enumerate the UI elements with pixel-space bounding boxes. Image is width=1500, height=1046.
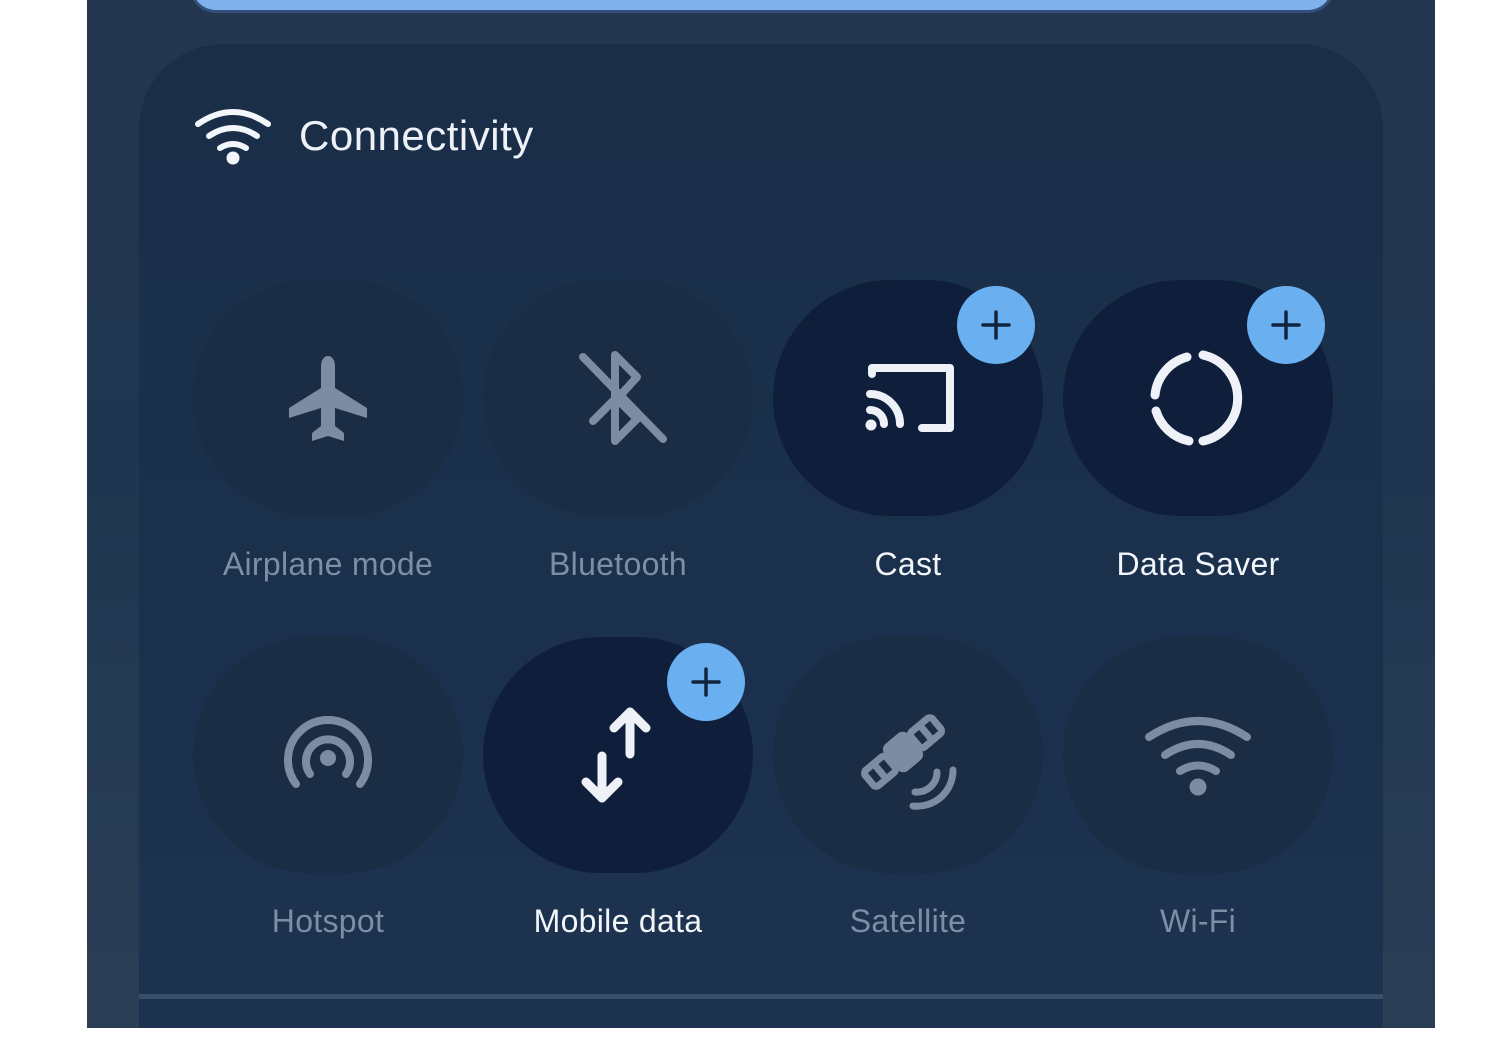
tile-data-saver[interactable]: Data Saver	[1063, 280, 1333, 583]
tile-cast[interactable]: Cast	[773, 280, 1043, 583]
panel-title: Connectivity	[299, 112, 534, 159]
top-accent-bar	[192, 0, 1332, 10]
wifi-icon	[1145, 717, 1251, 796]
plus-icon	[981, 310, 1011, 340]
tile-label: Cast	[874, 546, 942, 582]
tile-button[interactable]	[773, 280, 1043, 516]
tile-button[interactable]	[773, 637, 1043, 873]
data-saver-icon	[1150, 350, 1243, 446]
tile-bluetooth[interactable]: Bluetooth	[483, 280, 753, 583]
cast-icon	[865, 364, 954, 432]
tile-button[interactable]	[1063, 637, 1333, 873]
tile-label: Wi-Fi	[1159, 903, 1237, 939]
quick-settings-screen: Connectivity Airplane mode Bluetooth Cas…	[87, 0, 1435, 1028]
tile-button[interactable]	[1063, 280, 1333, 516]
tile-label: Bluetooth	[549, 546, 687, 582]
add-badge[interactable]	[1247, 286, 1325, 364]
tile-label: Satellite	[849, 903, 967, 939]
connectivity-panel: Connectivity Airplane mode Bluetooth Cas…	[139, 44, 1383, 1028]
add-badge[interactable]	[957, 286, 1035, 364]
wifi-icon	[195, 109, 271, 165]
hotspot-icon	[284, 716, 372, 788]
tile-label: Mobile data	[533, 903, 703, 939]
tile-button[interactable]	[483, 280, 753, 516]
plus-icon	[691, 667, 721, 697]
tile-wifi[interactable]: Wi-Fi	[1063, 637, 1333, 940]
satellite-icon	[861, 714, 957, 810]
bluetooth-off-icon	[579, 351, 667, 445]
tile-button[interactable]	[193, 637, 463, 873]
tile-mobile-data[interactable]: Mobile data	[483, 637, 753, 940]
airplane-icon	[289, 356, 367, 441]
tile-label: Hotspot	[271, 903, 385, 939]
panel-header: Connectivity	[193, 106, 534, 166]
tile-airplane-mode[interactable]: Airplane mode	[193, 280, 463, 583]
plus-icon	[1271, 310, 1301, 340]
tile-button[interactable]	[193, 280, 463, 516]
tile-hotspot[interactable]: Hotspot	[193, 637, 463, 940]
tile-label: Airplane mode	[222, 546, 434, 582]
add-badge[interactable]	[667, 643, 745, 721]
mobile-data-icon	[581, 707, 651, 803]
tile-label: Data Saver	[1116, 546, 1280, 582]
tile-button[interactable]	[483, 637, 753, 873]
divider	[139, 994, 1383, 999]
tile-satellite[interactable]: Satellite	[773, 637, 1043, 940]
